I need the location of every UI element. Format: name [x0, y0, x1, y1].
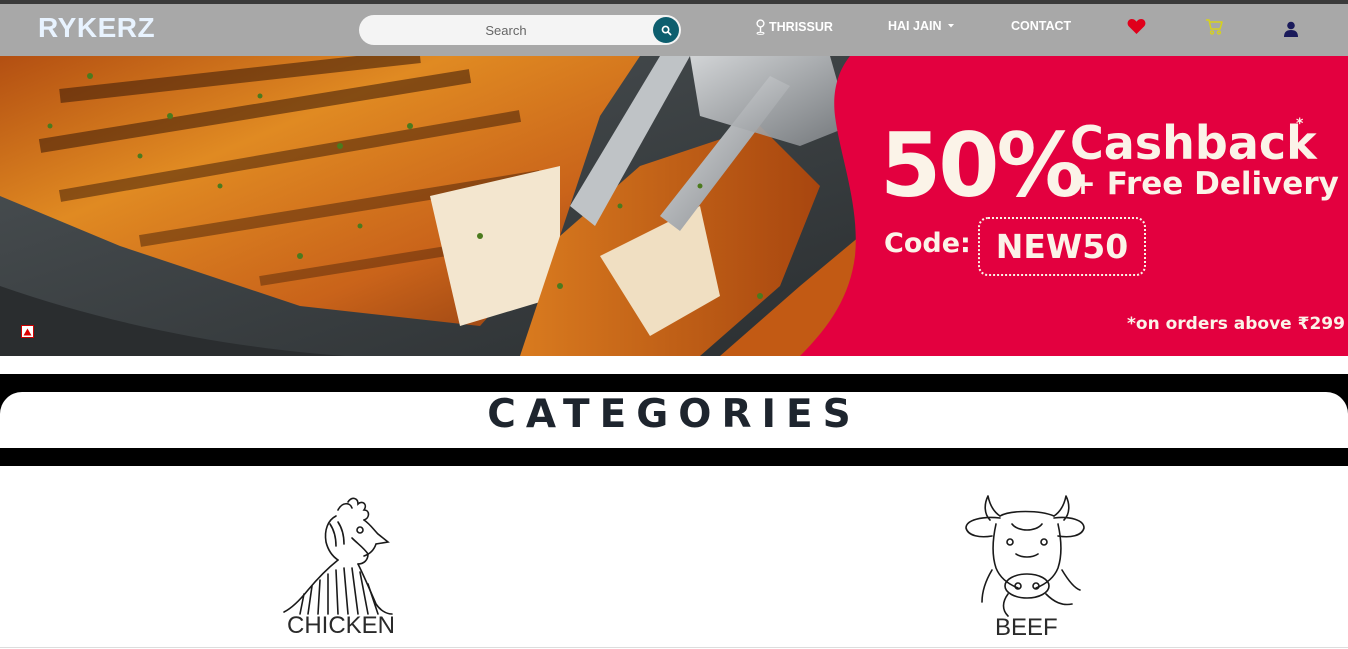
section-spacer — [0, 356, 1348, 374]
categories-header: CATEGORIES — [0, 374, 1348, 466]
location-label: THRISSUR — [769, 20, 833, 34]
search-button[interactable] — [653, 17, 679, 43]
chicken-icon — [283, 497, 393, 615]
categories-title: CATEGORIES — [487, 392, 861, 437]
chevron-down-icon — [948, 24, 955, 28]
ad-choices-icon[interactable] — [21, 325, 34, 338]
cashback-asterisk: * — [1296, 116, 1304, 132]
wishlist-button[interactable] — [1127, 18, 1146, 35]
category-label-chicken: CHICKEN — [287, 612, 396, 639]
cart-button[interactable] — [1205, 18, 1223, 35]
cashback-percent: 50% — [880, 114, 1085, 217]
category-card-chicken[interactable]: CHICKEN — [270, 490, 405, 640]
promo-terms: *on orders above ₹299 — [1127, 314, 1345, 334]
contact-link[interactable]: CONTACT — [1011, 19, 1071, 33]
heart-icon — [1127, 18, 1146, 35]
navbar: RYKERZ THRISSUR HAI JAIN CONTACT — [0, 4, 1348, 56]
location-link[interactable]: THRISSUR — [755, 19, 833, 35]
promo-banner[interactable]: 50% Cashback * + Free Delivery Code: NEW… — [0, 56, 1348, 356]
category-label-beef: BEEF — [995, 614, 1058, 641]
contact-label: CONTACT — [1011, 19, 1072, 33]
cart-icon — [1206, 19, 1223, 35]
free-delivery-label: + Free Delivery — [1070, 166, 1339, 202]
category-card-beef[interactable]: BEEF — [958, 490, 1093, 641]
brand-logo[interactable]: RYKERZ — [38, 12, 155, 44]
cashback-label: Cashback — [1070, 116, 1317, 170]
content-divider — [0, 647, 1348, 648]
cow-icon — [965, 495, 1085, 617]
user-icon — [1284, 21, 1298, 37]
location-pin-icon — [756, 19, 765, 35]
user-menu-label: HAI JAIN — [888, 19, 942, 33]
grilled-chicken-image — [0, 56, 1348, 356]
user-menu-dropdown[interactable]: HAI JAIN — [888, 19, 955, 33]
search-icon — [661, 25, 671, 35]
account-button[interactable] — [1283, 21, 1299, 37]
promo-code-label: Code: — [884, 228, 971, 259]
search-bar — [359, 15, 681, 45]
search-input[interactable] — [371, 15, 641, 45]
